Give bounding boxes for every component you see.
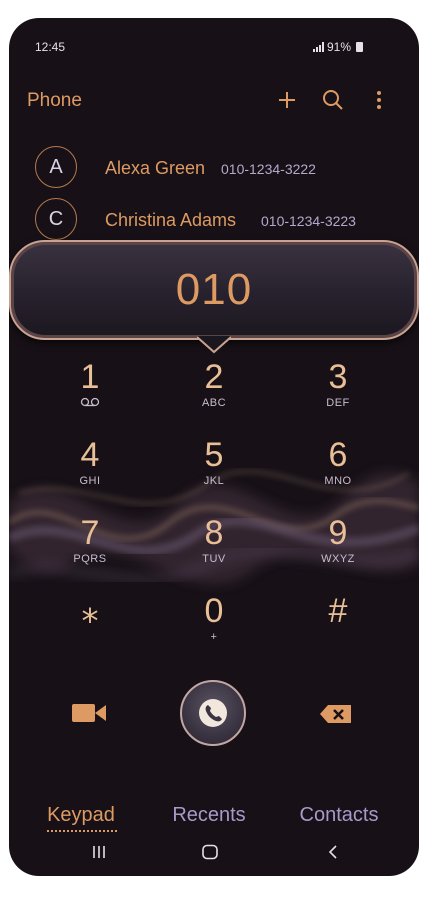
tab-keypad[interactable]: Keypad: [31, 804, 131, 827]
key-letters: +: [210, 631, 218, 643]
contact-number: 010-1234-3222: [221, 161, 316, 177]
key-9[interactable]: 9 WXYZ: [278, 514, 398, 584]
key-digit: 5: [204, 436, 224, 474]
key-digit: 7: [80, 514, 100, 552]
avatar: C: [35, 198, 77, 240]
status-indicators: 91%: [312, 40, 363, 54]
key-letters: WXYZ: [321, 553, 355, 565]
key-digit: 1: [80, 358, 100, 396]
avatar: A: [35, 146, 77, 188]
phone-icon: [199, 699, 227, 727]
key-2[interactable]: 2 ABC: [154, 358, 274, 428]
key-0[interactable]: 0 +: [154, 592, 274, 662]
key-1[interactable]: 1: [30, 358, 150, 428]
tab-contacts[interactable]: Contacts: [287, 804, 391, 827]
key-6[interactable]: 6 MNO: [278, 436, 398, 506]
key-letters: PQRS: [73, 553, 107, 565]
backspace-icon[interactable]: [319, 702, 353, 726]
more-vertical-icon[interactable]: [367, 88, 391, 112]
active-tab-indicator: [47, 830, 117, 832]
contact-name: Alexa Green: [105, 158, 206, 178]
system-nav-bar: [9, 838, 419, 868]
key-letters: DEF: [326, 397, 350, 409]
key-digit: 9: [328, 514, 348, 552]
key-7[interactable]: 7 PQRS: [30, 514, 150, 584]
key-digit: 6: [328, 436, 348, 474]
key-4[interactable]: 4 GHI: [30, 436, 150, 506]
back-icon[interactable]: [321, 842, 345, 862]
key-digit: 3: [328, 358, 348, 396]
key-letters: MNO: [324, 475, 352, 487]
key-letters: JKL: [203, 475, 225, 487]
battery-icon: [356, 42, 363, 52]
contact-suggestion-row[interactable]: A Alexa Green 010-1234-3222: [9, 146, 419, 192]
key-digit: ⁎: [81, 592, 99, 630]
status-time: 12:45: [35, 40, 66, 54]
contact-number: 010-1234-3223: [261, 213, 356, 229]
key-star[interactable]: ⁎: [30, 592, 150, 662]
key-digit: #: [328, 592, 348, 630]
phone-screen: 12:45 91% Phone A Alexa Green 010-1234-3…: [9, 18, 419, 876]
key-digit: 2: [204, 358, 224, 396]
home-icon[interactable]: [198, 842, 222, 862]
dialed-number-display[interactable]: 010: [9, 240, 419, 340]
plus-icon[interactable]: [275, 88, 299, 112]
key-letters: ABC: [201, 397, 227, 409]
key-letters: TUV: [202, 553, 226, 565]
bubble-tail: [197, 336, 231, 354]
key-5[interactable]: 5 JKL: [154, 436, 274, 506]
key-hash[interactable]: #: [278, 592, 398, 662]
key-letters: GHI: [79, 475, 101, 487]
app-title: Phone: [27, 90, 82, 111]
key-8[interactable]: 8 TUV: [154, 514, 274, 584]
video-call-icon[interactable]: [71, 700, 107, 726]
recent-apps-icon[interactable]: [87, 842, 111, 862]
key-digit: 4: [80, 436, 100, 474]
search-icon[interactable]: [321, 88, 345, 112]
contact-name: Christina Adams: [105, 210, 237, 230]
dialed-number: 010: [175, 265, 253, 314]
contact-suggestion-row[interactable]: C Christina Adams 010-1234-3223: [9, 198, 419, 244]
battery-percent: 91%: [326, 40, 351, 54]
tab-recents[interactable]: Recents: [159, 804, 259, 827]
app-bar: Phone: [9, 82, 419, 118]
key-3[interactable]: 3 DEF: [278, 358, 398, 428]
call-button[interactable]: [180, 680, 246, 746]
voicemail-icon: [30, 397, 150, 410]
signal-icon: [312, 42, 324, 52]
key-digit: 8: [204, 514, 224, 552]
key-digit: 0: [204, 592, 224, 630]
bottom-tabs: Keypad Recents Contacts: [9, 802, 419, 836]
call-action-row: [9, 680, 419, 750]
app-actions: [275, 88, 391, 112]
status-bar: 12:45 91%: [9, 18, 419, 62]
